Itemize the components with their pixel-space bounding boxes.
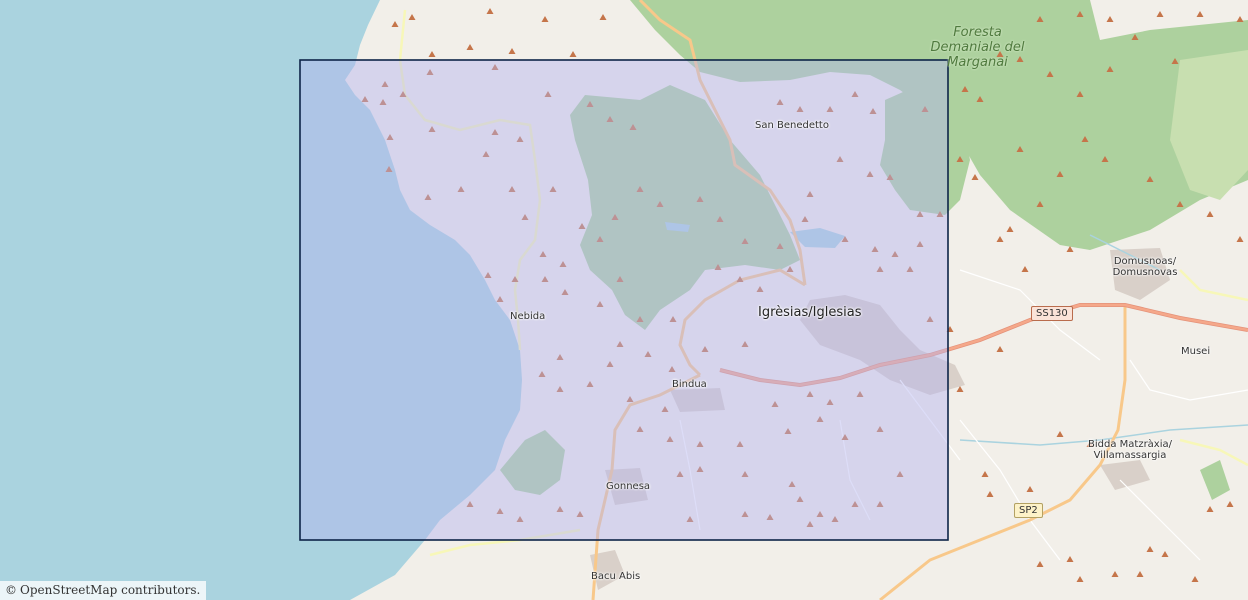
- forest-label: Foresta Demaniale del Marganai: [930, 25, 1025, 70]
- highlight-region[interactable]: [299, 59, 949, 541]
- map-attribution: © OpenStreetMap contributors.: [0, 581, 207, 600]
- place-label-nebida: Nebida: [510, 311, 546, 322]
- place-label-musei: Musei: [1181, 346, 1211, 357]
- place-label-gonnesa: Gonnesa: [606, 481, 651, 492]
- place-label-bacu-abis: Bacu Abis: [591, 571, 641, 582]
- place-label-san-benedetto: San Benedetto: [755, 120, 829, 131]
- attribution-suffix: contributors.: [121, 583, 201, 597]
- map-view[interactable]: Foresta Demaniale del Marganai San Bened…: [0, 0, 1248, 600]
- place-label-villamassargia: Bidda Matzràxia/ Villamassargia: [1088, 439, 1172, 461]
- place-label-bindua: Bindua: [672, 379, 707, 390]
- copyright-symbol: ©: [5, 583, 17, 597]
- map-base-layer: [0, 0, 1248, 600]
- road-shield-ss130: SS130: [1031, 306, 1073, 321]
- osm-link[interactable]: OpenStreetMap: [20, 583, 117, 597]
- place-label-domusnovas: Domusnoas/ Domusnovas: [1112, 256, 1178, 278]
- place-label-iglesias: Igrèsias/Iglesias: [758, 305, 862, 320]
- road-shield-sp2: SP2: [1014, 503, 1043, 518]
